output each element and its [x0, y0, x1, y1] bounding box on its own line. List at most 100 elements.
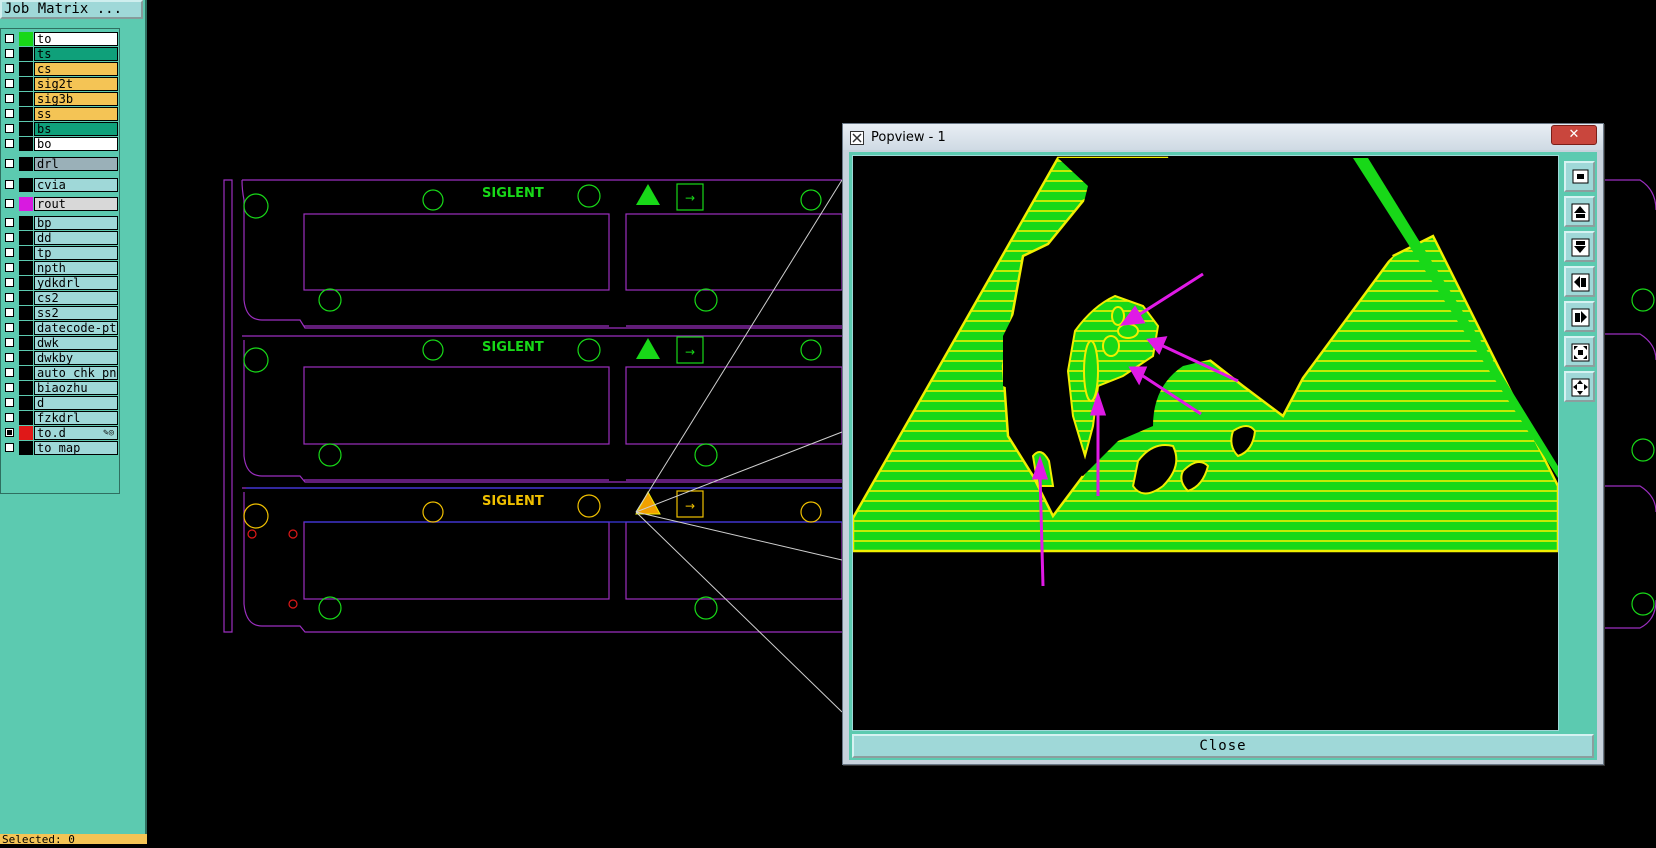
layer-color-swatch[interactable] [19, 291, 33, 305]
layer-name[interactable]: sig3b [34, 92, 118, 106]
layer-color-swatch[interactable] [19, 137, 33, 151]
layer-row-datecode-pte[interactable]: datecode-pte [1, 321, 119, 335]
layer-row-sig3b[interactable]: sig3b [1, 92, 119, 106]
layer-checkbox[interactable] [5, 180, 14, 189]
layer-checkbox[interactable] [5, 218, 14, 227]
layer-color-swatch[interactable] [19, 366, 33, 380]
layer-checkbox[interactable] [5, 428, 14, 437]
layer-checkbox[interactable] [5, 199, 14, 208]
layer-row-ss[interactable]: ss [1, 107, 119, 121]
layer-name[interactable]: d [34, 396, 118, 410]
layer-name[interactable]: rout [34, 197, 118, 211]
layer-row-dwkby[interactable]: dwkby [1, 351, 119, 365]
layer-name[interactable]: cs2 [34, 291, 118, 305]
layer-row-ydkdrl[interactable]: ydkdrl [1, 276, 119, 290]
zoom-window-button[interactable] [1564, 161, 1595, 192]
layer-row-fzkdrl[interactable]: fzkdrl [1, 411, 119, 425]
layer-checkbox[interactable] [5, 139, 14, 148]
pan-right-button[interactable] [1564, 301, 1595, 332]
pan-left-button[interactable] [1564, 266, 1595, 297]
layer-checkbox[interactable] [5, 368, 14, 377]
layer-name[interactable]: drl [34, 157, 118, 171]
layer-color-swatch[interactable] [19, 47, 33, 61]
layer-row-drl[interactable]: drl [1, 157, 119, 171]
layer-color-swatch[interactable] [19, 62, 33, 76]
layer-checkbox[interactable] [5, 159, 14, 168]
layer-row-cvia[interactable]: cvia [1, 178, 119, 192]
layer-checkbox[interactable] [5, 293, 14, 302]
layer-row-dwk[interactable]: dwk [1, 336, 119, 350]
layer-checkbox[interactable] [5, 34, 14, 43]
layer-color-swatch[interactable] [19, 216, 33, 230]
layer-name[interactable]: cvia [34, 178, 118, 192]
layer-color-swatch[interactable] [19, 441, 33, 455]
layer-checkbox[interactable] [5, 79, 14, 88]
layer-name[interactable]: ydkdrl [34, 276, 118, 290]
layer-name[interactable]: biaozhu [34, 381, 118, 395]
layer-name[interactable]: cs [34, 62, 118, 76]
layer-checkbox[interactable] [5, 278, 14, 287]
layer-color-swatch[interactable] [19, 246, 33, 260]
layer-name[interactable]: dd [34, 231, 118, 245]
layer-name[interactable]: to.d ✎◎ [34, 426, 118, 440]
layer-color-swatch[interactable] [19, 77, 33, 91]
layer-checkbox[interactable] [5, 308, 14, 317]
layer-name[interactable]: auto_chk_pnl [34, 366, 118, 380]
layer-row-d[interactable]: d [1, 396, 119, 410]
layer-row-rout[interactable]: rout [1, 197, 119, 211]
layer-color-swatch[interactable] [19, 197, 33, 211]
layer-color-swatch[interactable] [19, 411, 33, 425]
layer-color-swatch[interactable] [19, 396, 33, 410]
layer-checkbox[interactable] [5, 64, 14, 73]
job-matrix-title-button[interactable]: Job Matrix ... [0, 0, 143, 19]
layer-color-swatch[interactable] [19, 157, 33, 171]
layer-row-dd[interactable]: dd [1, 231, 119, 245]
layer-name[interactable]: sig2t [34, 77, 118, 91]
close-button[interactable]: Close [852, 734, 1594, 758]
layer-checkbox[interactable] [5, 338, 14, 347]
layer-row-biaozhu[interactable]: biaozhu [1, 381, 119, 395]
center-view-button[interactable] [1564, 371, 1595, 402]
layer-checkbox[interactable] [5, 49, 14, 58]
layer-name[interactable]: to_map [34, 441, 118, 455]
layer-checkbox[interactable] [5, 233, 14, 242]
layer-color-swatch[interactable] [19, 276, 33, 290]
layer-name[interactable]: to [34, 32, 118, 46]
layer-name[interactable]: ts [34, 47, 118, 61]
fit-view-button[interactable] [1564, 336, 1595, 367]
layer-row-cs2[interactable]: cs2 [1, 291, 119, 305]
layer-name[interactable]: bs [34, 122, 118, 136]
layer-row-bo[interactable]: bo [1, 137, 119, 151]
layer-color-swatch[interactable] [19, 306, 33, 320]
layer-row-tp[interactable]: tp [1, 246, 119, 260]
layer-color-swatch[interactable] [19, 336, 33, 350]
layer-row-npth[interactable]: npth [1, 261, 119, 275]
layer-checkbox[interactable] [5, 323, 14, 332]
layer-checkbox[interactable] [5, 94, 14, 103]
layer-color-swatch[interactable] [19, 426, 33, 440]
layer-row-to-map[interactable]: to_map [1, 441, 119, 455]
layer-checkbox[interactable] [5, 109, 14, 118]
layer-name[interactable]: bp [34, 216, 118, 230]
layer-color-swatch[interactable] [19, 107, 33, 121]
layer-checkbox[interactable] [5, 248, 14, 257]
layer-color-swatch[interactable] [19, 261, 33, 275]
layer-name[interactable]: fzkdrl [34, 411, 118, 425]
layer-name[interactable]: tp [34, 246, 118, 260]
layer-checkbox[interactable] [5, 413, 14, 422]
layer-row-sig2t[interactable]: sig2t [1, 77, 119, 91]
layer-name[interactable]: dwk [34, 336, 118, 350]
layer-name[interactable]: npth [34, 261, 118, 275]
layer-name[interactable]: ss2 [34, 306, 118, 320]
layer-row-to-d[interactable]: to.d ✎◎ [1, 426, 119, 440]
layer-checkbox[interactable] [5, 383, 14, 392]
layer-row-cs[interactable]: cs [1, 62, 119, 76]
layer-row-auto-chk-pnl[interactable]: auto_chk_pnl [1, 366, 119, 380]
layer-name[interactable]: ss [34, 107, 118, 121]
layer-color-swatch[interactable] [19, 351, 33, 365]
layer-color-swatch[interactable] [19, 321, 33, 335]
layer-row-bp[interactable]: bp [1, 216, 119, 230]
layer-row-to[interactable]: to [1, 32, 119, 46]
layer-color-swatch[interactable] [19, 381, 33, 395]
popview-viewport[interactable] [852, 155, 1559, 731]
